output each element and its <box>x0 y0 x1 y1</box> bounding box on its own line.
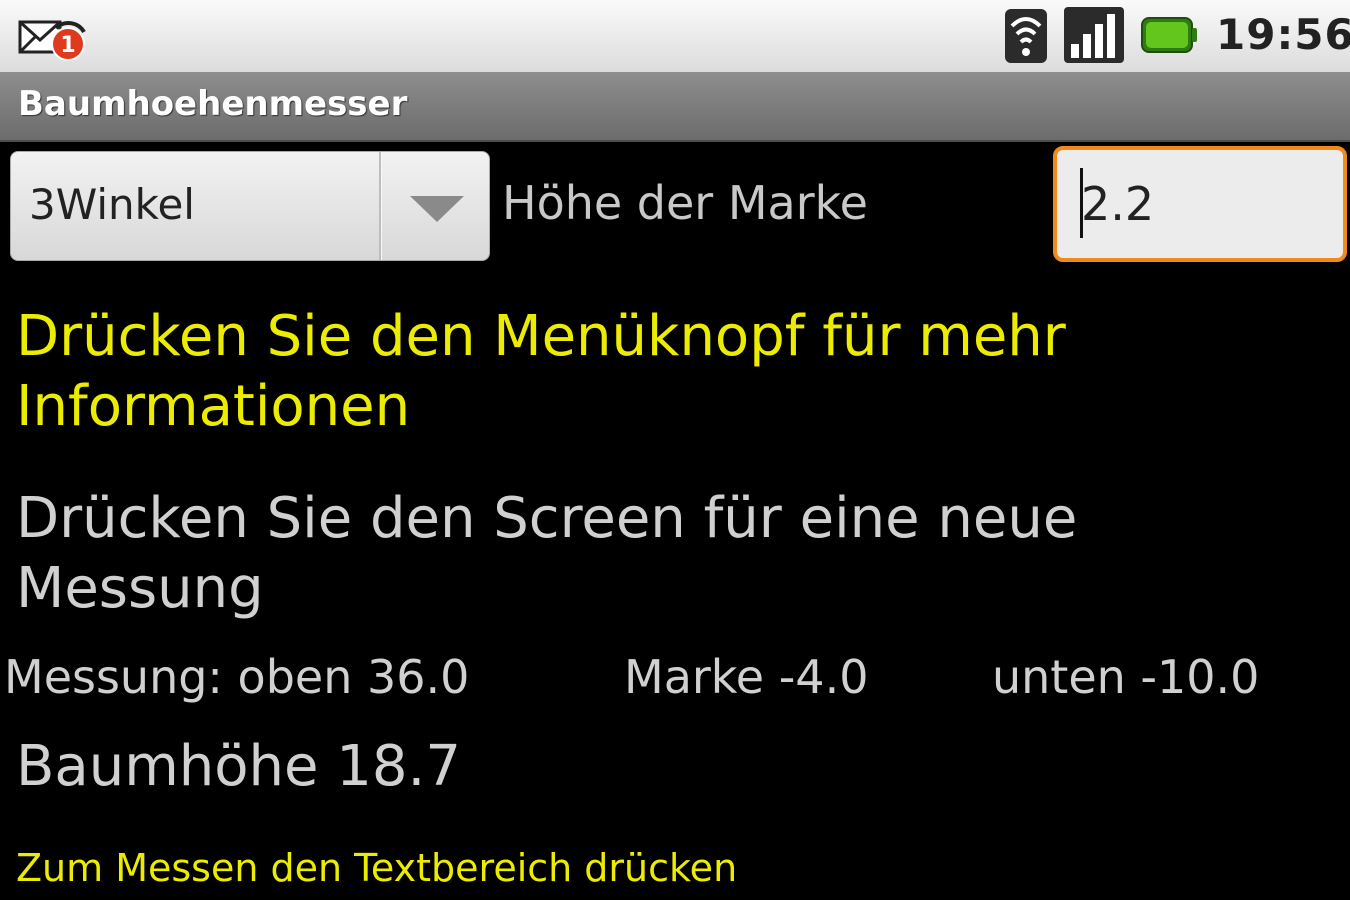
measure-text-area-hint[interactable]: Zum Messen den Textbereich drücken <box>16 846 737 890</box>
dropdown-arrow-icon <box>410 196 464 222</box>
battery-icon <box>1141 17 1197 53</box>
measurement-marker: Marke -4.0 <box>624 650 869 704</box>
app-title: Baumhoehenmesser <box>18 84 408 124</box>
mail-notification-icon[interactable]: 1 <box>18 10 90 66</box>
marker-height-label: Höhe der Marke <box>502 176 868 230</box>
method-spinner[interactable]: 3Winkel <box>10 151 490 261</box>
tree-height-result: Baumhöhe 18.7 <box>16 734 461 799</box>
spinner-divider <box>379 152 382 260</box>
wifi-icon <box>1005 9 1047 63</box>
measurement-top: Messung: oben 36.0 <box>4 650 470 704</box>
status-bar: 1 19:56 <box>0 0 1350 72</box>
title-bar: Baumhoehenmesser <box>0 72 1350 142</box>
measurement-bottom: unten -10.0 <box>992 650 1260 704</box>
new-measurement-hint[interactable]: Drücken Sie den Screen für eine neue Mes… <box>16 484 1336 624</box>
marker-height-input[interactable] <box>1053 146 1347 262</box>
notification-count: 1 <box>60 33 75 58</box>
menu-info-hint: Drücken Sie den Menüknopf für mehr Infor… <box>16 304 1066 439</box>
status-clock: 19:56 <box>1216 10 1350 59</box>
text-cursor <box>1080 168 1083 238</box>
signal-icon <box>1064 7 1124 63</box>
spinner-selected-value: 3Winkel <box>29 180 195 229</box>
